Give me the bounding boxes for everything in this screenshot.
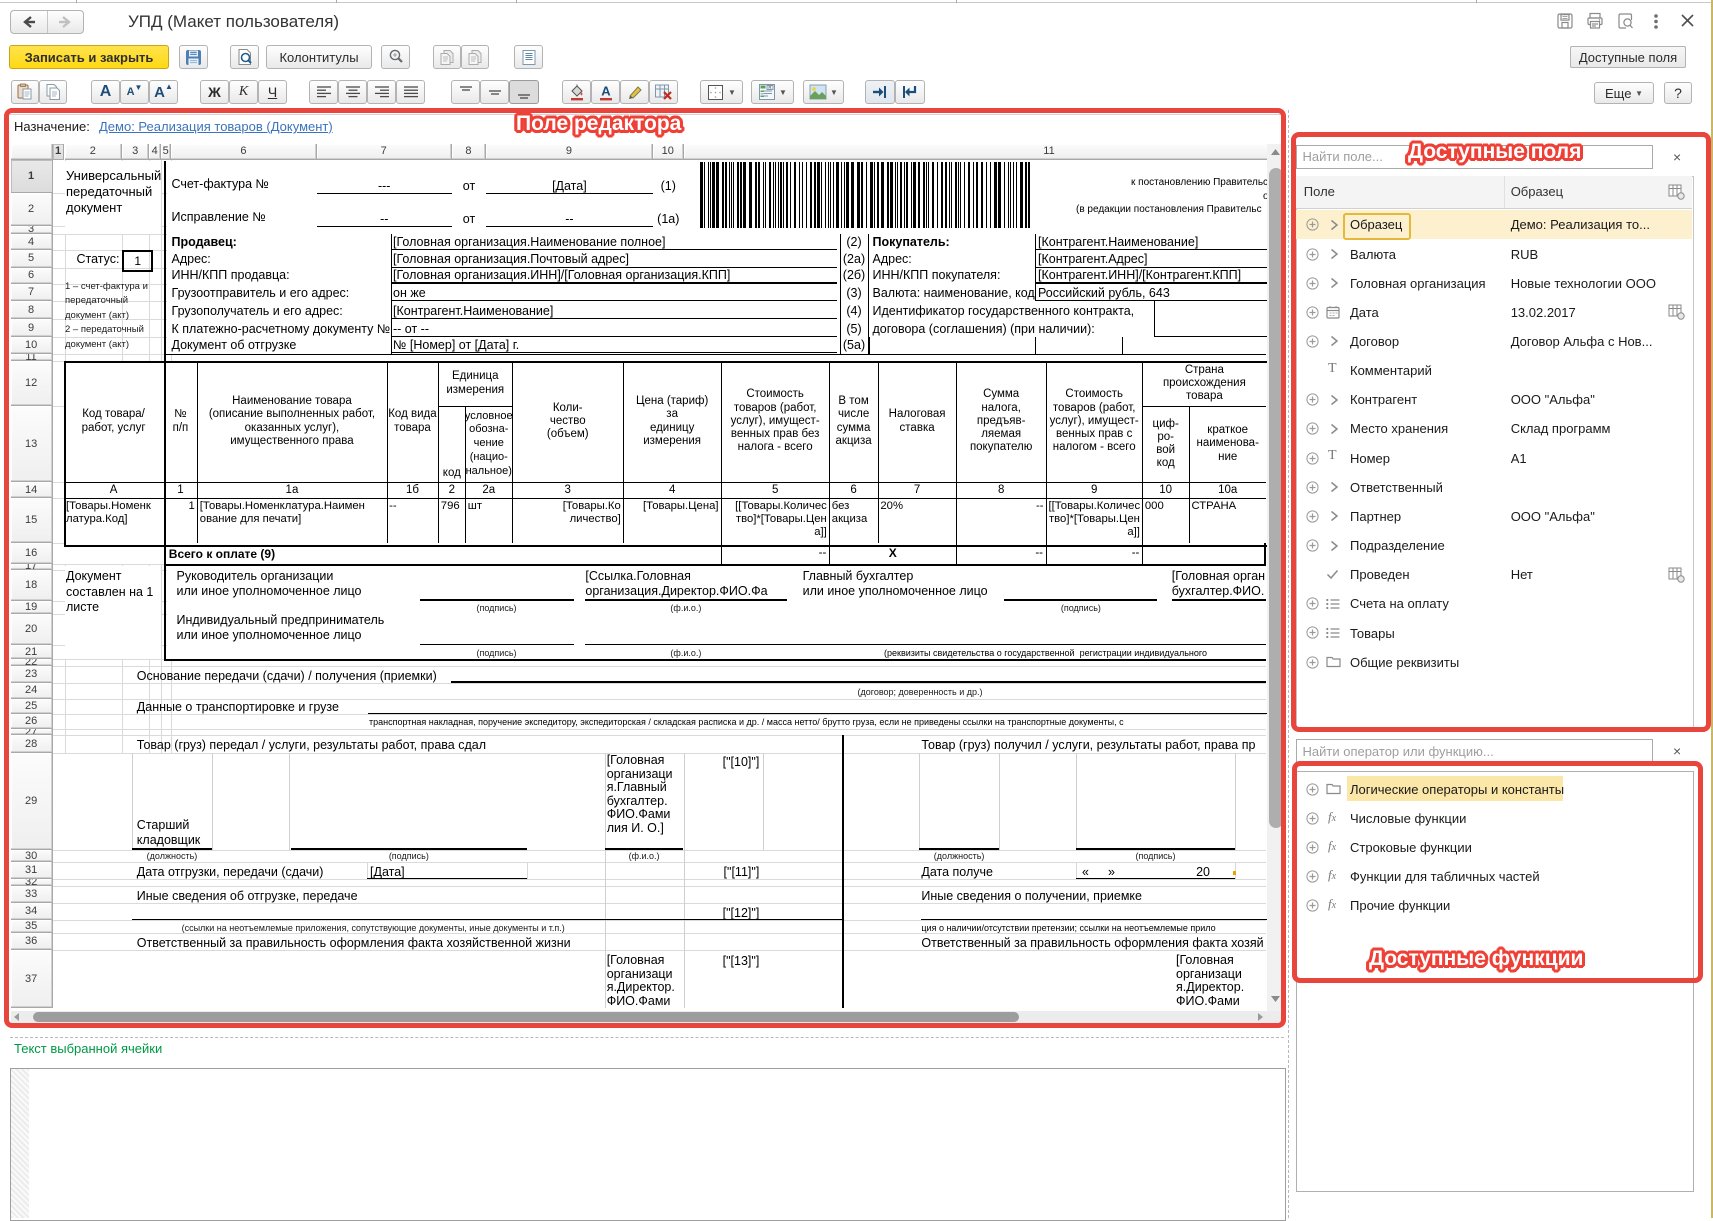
svg-text:A: A <box>601 84 611 99</box>
